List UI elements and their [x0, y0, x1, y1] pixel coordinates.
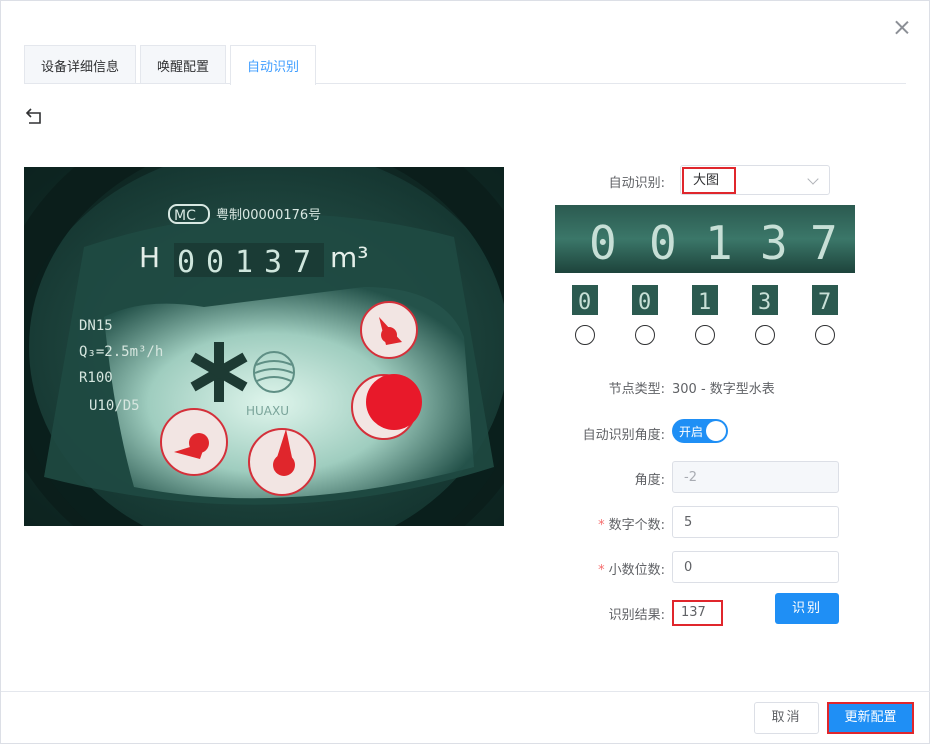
digit-radio[interactable] [815, 325, 835, 345]
meter-spec-line: DN15 [79, 318, 113, 334]
digit-crop: 7 [812, 285, 838, 315]
digit-radio[interactable] [755, 325, 775, 345]
digit-crop-value: 7 [818, 290, 831, 315]
dialog: 设备详细信息 唤醒配置 自动识别 MC 粤制00000176号 H 0 0 1 … [0, 0, 930, 744]
result-value: 137 [672, 600, 723, 626]
angle-input [672, 461, 839, 493]
strip-digit: 7 [810, 216, 838, 270]
node-type-value: 300 - 数字型水表 [672, 382, 775, 397]
digit-crop-value: 0 [578, 290, 591, 315]
cancel-button[interactable]: 取消 [754, 702, 819, 734]
meter-digit: 0 [206, 245, 224, 280]
required-mark: * [598, 563, 605, 578]
strip-digit: 0 [649, 216, 677, 270]
strip-digit: 1 [705, 216, 733, 270]
meter-spec-line: R100 [79, 370, 113, 386]
digit-crop: 3 [752, 285, 778, 315]
digit-radio[interactable] [575, 325, 595, 345]
chevron-down-icon [807, 173, 819, 185]
auto-angle-label: 自动识别角度: [582, 428, 665, 443]
digit-crop: 0 [572, 285, 598, 315]
toggle-knob [706, 421, 726, 441]
recognize-button[interactable]: 识别 [775, 593, 839, 624]
digit-radio[interactable] [635, 325, 655, 345]
auto-angle-toggle[interactable]: 开启 [672, 419, 728, 443]
digit-radio[interactable] [695, 325, 715, 345]
digit-crop-value: 1 [698, 290, 711, 315]
auto-angle-toggle-text: 开启 [679, 425, 704, 439]
node-type-label: 节点类型: [608, 382, 665, 397]
auto-recognize-value: 大图 [682, 167, 736, 194]
tab-wakeup-config[interactable]: 唤醒配置 [140, 45, 227, 84]
digit-count-label-text: 数字个数: [608, 518, 665, 533]
result-label: 识别结果: [608, 608, 665, 623]
required-mark: * [598, 518, 605, 533]
meter-digit: 7 [293, 245, 311, 280]
tab-device-details[interactable]: 设备详细信息 [24, 45, 137, 84]
angle-label: 角度: [634, 473, 665, 488]
decimal-places-label-text: 小数位数: [608, 563, 665, 578]
tab-bar: 设备详细信息 唤醒配置 自动识别 [24, 45, 320, 85]
meter-reading-prefix: H [139, 241, 160, 274]
meter-cert-text: 粤制00000176号 [216, 207, 321, 223]
meter-cert-mark: MC [174, 208, 196, 224]
meter-photo: MC 粤制00000176号 H 0 0 1 3 7 m³ DN15 Q₃=2.… [24, 167, 504, 526]
digit-crop: 1 [692, 285, 718, 315]
meter-unit: m³ [330, 241, 369, 274]
decimal-places-label: * 小数位数: [545, 559, 665, 578]
auto-recognize-label: 自动识别: [608, 176, 665, 191]
auto-recognize-select[interactable]: 大图 [680, 165, 830, 195]
back-arrow-icon[interactable] [25, 107, 45, 125]
meter-brand: HUAXU [246, 404, 289, 418]
meter-spec-line: U10/D5 [89, 398, 140, 414]
digit-crop: 0 [632, 285, 658, 315]
update-config-button[interactable]: 更新配置 [827, 702, 914, 734]
recognized-digit-strip: 0 0 1 3 7 [555, 205, 855, 273]
tab-divider [24, 83, 906, 84]
meter-spec-line: Q₃=2.5m³/h [79, 344, 163, 360]
digit-count-label: * 数字个数: [545, 514, 665, 533]
meter-digit: 1 [235, 245, 253, 280]
digit-crop-value: 3 [758, 290, 771, 315]
digit-crop-value: 0 [638, 290, 651, 315]
close-icon[interactable] [891, 17, 913, 39]
decimal-places-input[interactable] [672, 551, 839, 583]
meter-digit: 3 [264, 245, 282, 280]
strip-digit: 3 [760, 216, 788, 270]
tab-auto-recognize[interactable]: 自动识别 [230, 45, 317, 85]
meter-digit: 0 [177, 245, 195, 280]
footer-divider [1, 691, 930, 692]
strip-digit: 0 [589, 216, 617, 270]
digit-count-input[interactable] [672, 506, 839, 538]
